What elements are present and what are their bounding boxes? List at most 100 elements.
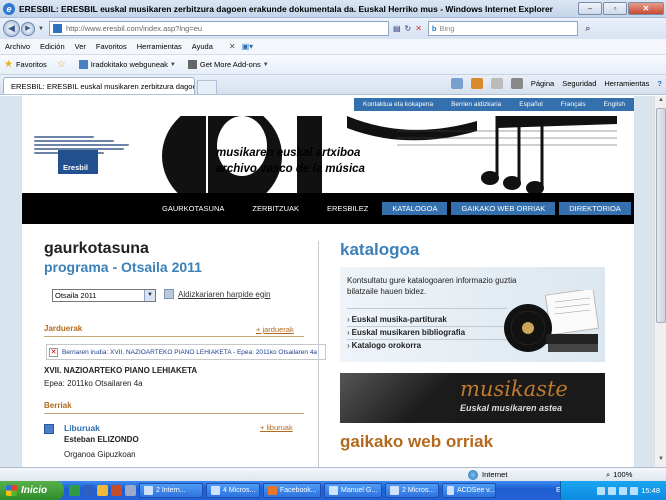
zoom-control[interactable]: ⌕ 100% [606,470,632,480]
task-manuel[interactable]: Manuel G... [324,483,382,498]
security-zone[interactable]: Internet [468,469,507,480]
musikaste-banner[interactable]: musikaste Euskal musikaren astea [340,373,605,423]
minimize-button[interactable]: – [578,2,602,15]
catalog-heading[interactable]: katalogoa [340,240,419,260]
task-facebook[interactable]: Facebook... [263,483,321,498]
address-input[interactable]: http://www.eresbil.com/index.asp?lng=eu [48,21,389,36]
favorite-item-suggested[interactable]: Iradokitako webguneak ▼ [78,60,178,69]
bing-logo-icon: b [431,24,437,33]
tray-volume-icon[interactable] [608,486,617,495]
zoom-icon: ⌕ [606,469,611,479]
feeds-icon[interactable] [470,78,483,89]
stop-icon[interactable]: ✕ [415,24,422,33]
tab-eresbil[interactable]: ERESBIL: ERESBIL euskal musikaren zerbit… [3,77,195,94]
tray-antivirus-icon[interactable] [619,486,628,495]
berriak-heading: Berriak [44,401,72,410]
nav-direktorioa[interactable]: DIREKTORIOA [559,202,631,215]
menu-herramientas[interactable]: Herramientas [137,42,182,51]
program-subheading[interactable]: programa - Otsaila 2011 [44,259,202,275]
tray-update-icon[interactable] [630,486,639,495]
jarduerak-more-link[interactable]: + jarduerak [256,325,294,334]
security-menu[interactable]: Seguridad [562,79,596,88]
favorite-item-addons[interactable]: Get More Add-ons ▼ [187,60,271,69]
close-button[interactable]: ✕ [628,2,664,15]
quicklaunch-desktop-icon[interactable] [125,485,136,496]
vertical-scrollbar[interactable]: ▲ ▼ [654,96,666,467]
news-title[interactable]: XVII. NAZIOARTEKO PIANO LEHIAKETA [44,366,197,375]
banner-title-spanish: archivo vasco de la música [216,163,365,175]
scroll-down-icon[interactable]: ▼ [656,456,666,466]
print-icon[interactable] [510,78,523,89]
newsletter-icon [164,289,174,299]
quicklaunch-media-icon[interactable] [111,485,122,496]
task-microsoft-word[interactable]: 2 Micros... [385,483,439,498]
nav-zerbitzuak[interactable]: ZERBITZUAK [252,204,299,213]
liburuak-link[interactable]: Liburuak [64,423,100,433]
task-internet-explorer[interactable]: 2 Intern... [139,483,203,498]
search-icon[interactable]: ⌕ [579,21,597,36]
favorites-button[interactable]: ★ Favoritos [4,59,47,70]
catalog-link-partiturak[interactable]: › Euskal musika-partiturak [347,315,447,324]
subscribe-link[interactable]: Aldizkariaren harpide egin [164,289,271,299]
messenger-task-icon [329,486,338,495]
quicklaunch-ie-icon[interactable] [97,485,108,496]
jarduerak-heading: Jarduerak [44,324,83,333]
topnav-espanol[interactable]: Español [519,101,543,108]
menu-favoritos[interactable]: Favoritos [96,42,127,51]
menu-archivo[interactable]: Archivo [5,42,30,51]
star-icon: ★ [4,59,13,70]
nav-eresbilez[interactable]: ERESBILEZ [327,204,368,213]
start-label: Inicio [21,485,48,496]
gaikako-heading[interactable]: gaikako web orriak [340,432,493,452]
topnav-francais[interactable]: Français [561,101,586,108]
month-select[interactable]: Otsaila 2011 ▼ [52,289,156,302]
task-microsoft-office[interactable]: 4 Micros... [206,483,260,498]
broken-news-image[interactable]: ✕ Berriaren irudia: XVII. NAZIOARTEKO PI… [46,344,326,360]
globe-icon [468,469,478,480]
topnav-english[interactable]: English [604,101,625,108]
home-icon[interactable] [450,78,463,89]
maximize-button[interactable]: ▫ [603,2,627,15]
back-button[interactable]: ◀ [3,20,20,37]
quicklaunch-excel-icon[interactable] [69,485,80,496]
forward-button[interactable]: ▶ [21,21,35,36]
page-menu[interactable]: Página [531,79,554,88]
help-menu[interactable]: ? [657,79,662,88]
favorite-item-label: Iradokitako webguneak [90,60,168,69]
new-tab-button[interactable] [197,80,217,94]
search-input[interactable]: b Bing [427,21,578,36]
topnav-newsletter[interactable]: Berrien aldizkaria [451,101,501,108]
menu-edicion[interactable]: Edición [40,42,65,51]
task-acdsee[interactable]: ACDSee v... [442,483,496,498]
topnav-contact[interactable]: Kontaktua eta kokapena [363,101,433,108]
tray-network-icon[interactable] [597,486,606,495]
add-favorite-button[interactable]: ☆ [57,59,69,70]
favorites-bar: ★ Favoritos ☆ Iradokitako webguneak ▼ Ge… [0,55,666,75]
start-button[interactable]: Inicio [0,481,64,500]
eresbil-logo[interactable]: Eresbil [58,150,98,174]
task-label: Facebook... [280,487,317,494]
add-favorite-icon: ☆ [56,59,66,70]
nav-gaikako-web-orriak[interactable]: GAIKAKO WEB ORRIAK [451,202,556,215]
scroll-up-icon[interactable]: ▲ [656,97,666,107]
close-toolbar-icon[interactable]: ✕ [229,42,236,51]
tools-menu[interactable]: Herramientas [604,79,649,88]
broken-image-icon: ✕ [49,347,58,357]
nav-katalogoa[interactable]: KATALOGOA [382,202,448,215]
compatibility-icon[interactable]: ▤ [393,24,401,33]
liburuak-more-link[interactable]: + liburuak [260,423,293,432]
menu-ayuda[interactable]: Ayuda [192,42,213,51]
scrollbar-thumb[interactable] [656,108,666,323]
menu-ver[interactable]: Ver [75,42,86,51]
quicklaunch-word-icon[interactable] [83,485,94,496]
mail-icon[interactable] [490,78,503,89]
catalog-link-orokorra[interactable]: › Katalogo orokorra [347,341,421,350]
tab-label: ERESBIL: ERESBIL euskal musikaren zerbit… [11,81,195,91]
convert-icon[interactable]: ▣▾ [242,42,254,51]
refresh-icon[interactable]: ↻ [405,24,412,33]
clock[interactable]: 15:48 [641,486,660,495]
nav-gaurkotasuna[interactable]: GAURKOTASUNA [162,204,224,213]
site-banner: Eresbil musikaren euskal artxiboa archiv… [22,116,634,193]
history-dropdown-icon[interactable]: ▼ [38,26,44,32]
catalog-link-bibliografia[interactable]: › Euskal musikaren bibliografia [347,328,465,337]
